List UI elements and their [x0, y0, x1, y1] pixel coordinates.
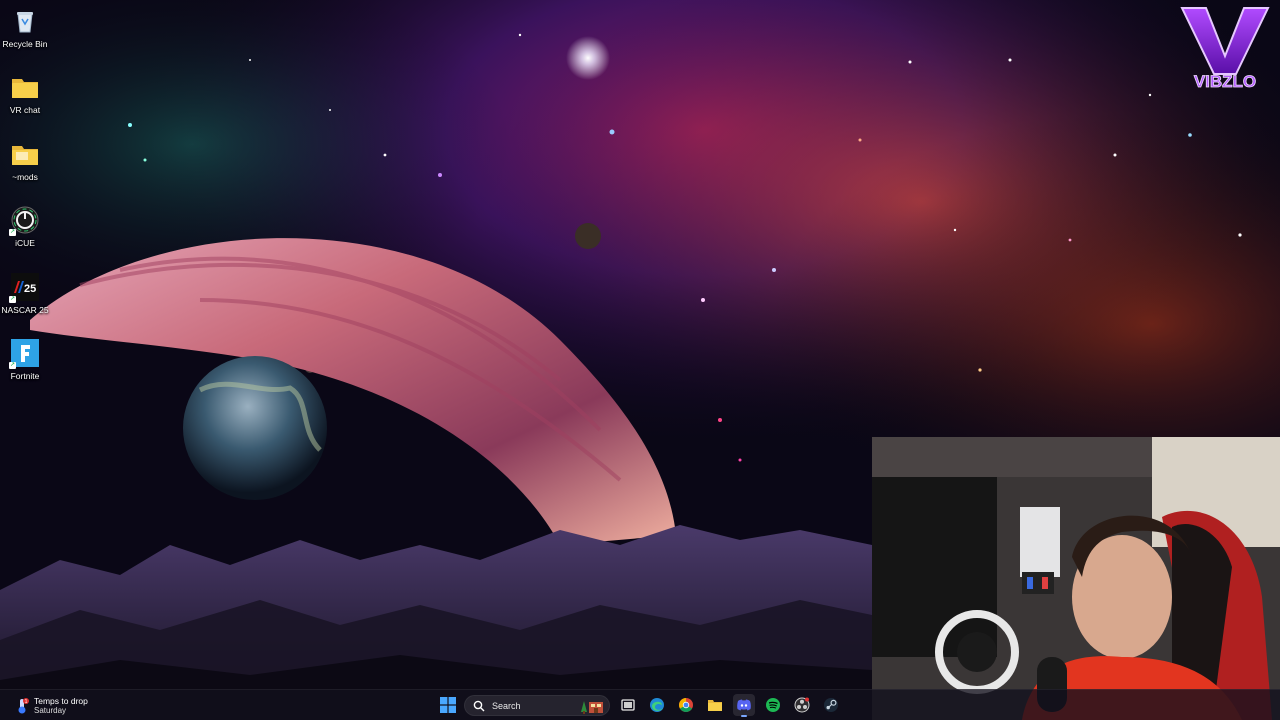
obs-icon: [794, 697, 810, 713]
thermometer-icon: 1: [14, 697, 30, 714]
taskbar: 1 Temps to drop Saturday Search: [0, 689, 1280, 720]
task-view-icon: [621, 699, 635, 711]
desktop-icon-label: Recycle Bin: [2, 39, 48, 49]
search-icon: [473, 700, 485, 711]
shortcut-arrow-icon: ↗: [9, 296, 16, 303]
shortcut-arrow-icon: ↗: [9, 362, 16, 369]
weather-badge: 1: [25, 699, 28, 705]
desktop-icon-fortnite[interactable]: ↗ Fortnite: [0, 334, 50, 396]
icue-icon: ↗: [9, 206, 39, 236]
weather-headline: Temps to drop: [34, 695, 88, 706]
webcam-overlay: [872, 437, 1280, 720]
desktop-icon-nascar-25[interactable]: 25 ↗ NASCAR 25: [0, 268, 50, 330]
start-button[interactable]: [437, 694, 459, 716]
desktop-icon-recycle-bin[interactable]: Recycle Bin: [0, 2, 50, 64]
steam-button[interactable]: [820, 694, 842, 716]
desktop-icon-label: Fortnite: [10, 371, 40, 381]
chrome-icon: [679, 698, 693, 712]
svg-text:25: 25: [24, 283, 36, 295]
discord-icon: [737, 699, 751, 711]
search-highlight-icon: [575, 698, 605, 714]
nascar-icon: 25 ↗: [9, 273, 39, 303]
fortnite-icon: ↗: [9, 339, 39, 369]
desktop-icon-mods[interactable]: ~mods: [0, 135, 50, 197]
folder-icon: [11, 73, 39, 101]
folder-icon: [11, 140, 39, 168]
desktop-icon-label: VR chat: [9, 105, 41, 115]
taskbar-search-box[interactable]: Search: [464, 695, 610, 716]
steam-icon: [824, 698, 838, 712]
discord-button[interactable]: [733, 694, 755, 717]
desktop-icon-label: ~mods: [12, 172, 38, 182]
desktop-icon-icue[interactable]: ↗ iCUE: [0, 201, 50, 263]
shortcut-arrow-icon: ↗: [9, 229, 16, 236]
weather-day: Saturday: [34, 705, 67, 715]
obs-button[interactable]: [791, 694, 813, 716]
spotify-icon: [766, 698, 780, 712]
edge-icon: [650, 698, 664, 712]
desktop[interactable]: Recycle Bin VR chat ~mods ↗ iCUE 25 ↗ NA…: [0, 0, 1280, 720]
chrome-button[interactable]: [675, 694, 697, 716]
desktop-icon-vr-chat[interactable]: VR chat: [0, 68, 50, 130]
recycle-bin-icon: [11, 7, 39, 35]
file-explorer-button[interactable]: [704, 694, 726, 716]
task-view-button[interactable]: [617, 694, 639, 716]
folder-icon: [708, 700, 722, 711]
logo-text: VIBZLO: [1194, 72, 1256, 91]
desktop-icon-label: NASCAR 25: [1, 305, 49, 315]
edge-button[interactable]: [646, 694, 668, 716]
search-placeholder: Search: [492, 700, 521, 711]
vibzlo-logo: VIBZLO: [1176, 4, 1274, 92]
windows-start-icon: [440, 697, 456, 713]
weather-widget[interactable]: 1 Temps to drop Saturday: [14, 693, 88, 718]
desktop-icon-label: iCUE: [15, 238, 35, 248]
spotify-button[interactable]: [762, 694, 784, 716]
